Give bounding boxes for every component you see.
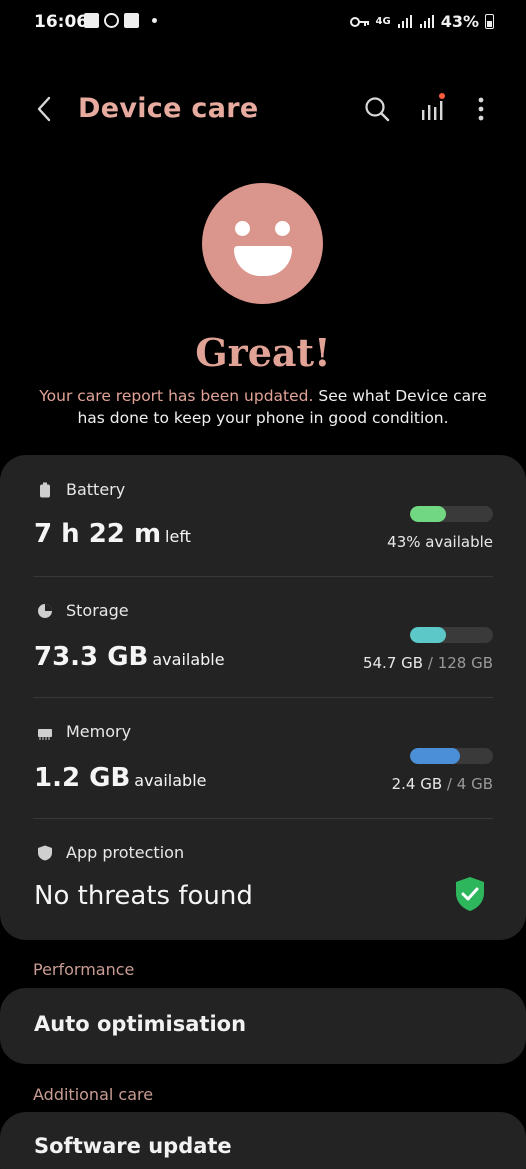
storage-value: 73.3 GB available bbox=[34, 642, 225, 672]
battery-icon bbox=[40, 482, 50, 498]
report-updated-link[interactable]: Your care report has been updated. bbox=[39, 387, 313, 405]
battery-value: 7 h 22 m left bbox=[34, 519, 191, 549]
back-icon[interactable] bbox=[30, 94, 60, 124]
shield-icon bbox=[38, 845, 52, 861]
app-protection-section[interactable]: App protection No threats found bbox=[0, 818, 526, 939]
signal-icon bbox=[397, 14, 412, 28]
memory-value: 1.2 GB available bbox=[34, 763, 207, 793]
signal-icon bbox=[419, 14, 434, 28]
memory-usage-text: 2.4 GB / 4 GB bbox=[391, 775, 493, 793]
search-icon[interactable] bbox=[362, 94, 392, 124]
gallery-icon bbox=[84, 13, 99, 28]
memory-label: Memory bbox=[66, 722, 132, 741]
battery-icon bbox=[485, 14, 494, 29]
page-title: Device care bbox=[78, 93, 259, 124]
storage-bar bbox=[410, 627, 493, 643]
memory-bar bbox=[410, 748, 493, 764]
memory-bar-fill bbox=[410, 748, 460, 764]
stats-icon[interactable] bbox=[418, 92, 448, 124]
memory-chip-icon bbox=[38, 729, 52, 740]
status-headline: Great! bbox=[195, 330, 331, 375]
app-bar: Device care bbox=[0, 82, 526, 138]
dot-icon bbox=[152, 18, 157, 23]
auto-optimisation-label: Auto optimisation bbox=[34, 1012, 247, 1036]
software-update-item[interactable]: Software update bbox=[0, 1112, 526, 1169]
whatsapp-icon bbox=[104, 13, 119, 28]
battery-section[interactable]: Battery 7 h 22 m left 43% available bbox=[0, 455, 526, 576]
app-protection-label: App protection bbox=[66, 843, 185, 862]
status-bar: 16:06 4G 43% bbox=[0, 0, 526, 46]
shield-check-icon bbox=[456, 877, 484, 911]
battery-available-text: 43% available bbox=[387, 533, 493, 551]
additional-care-header: Additional care bbox=[33, 1085, 154, 1104]
status-time: 16:06 bbox=[34, 12, 89, 32]
battery-percent: 43% bbox=[440, 12, 479, 31]
auto-optimisation-item[interactable]: Auto optimisation bbox=[0, 988, 526, 1064]
battery-label: Battery bbox=[66, 480, 126, 499]
performance-header: Performance bbox=[33, 960, 135, 979]
storage-label: Storage bbox=[66, 601, 129, 620]
facebook-icon bbox=[124, 13, 139, 28]
battery-bar-fill bbox=[410, 506, 446, 522]
battery-bar bbox=[410, 506, 493, 522]
storage-bar-fill bbox=[410, 627, 446, 643]
software-update-label: Software update bbox=[34, 1134, 232, 1158]
storage-pie-icon bbox=[38, 604, 52, 618]
more-options-icon[interactable] bbox=[468, 94, 494, 124]
status-description: Your care report has been updated. See w… bbox=[39, 387, 487, 427]
storage-section[interactable]: Storage 73.3 GB available 54.7 GB / 128 G… bbox=[0, 576, 526, 697]
key-icon bbox=[349, 16, 369, 27]
storage-usage-text: 54.7 GB / 128 GB bbox=[362, 654, 493, 672]
memory-section[interactable]: Memory 1.2 GB available 2.4 GB / 4 GB bbox=[0, 697, 526, 818]
status-smiley-icon bbox=[202, 183, 323, 304]
network-4g-icon: 4G bbox=[375, 15, 391, 27]
app-protection-value: No threats found bbox=[34, 881, 253, 911]
